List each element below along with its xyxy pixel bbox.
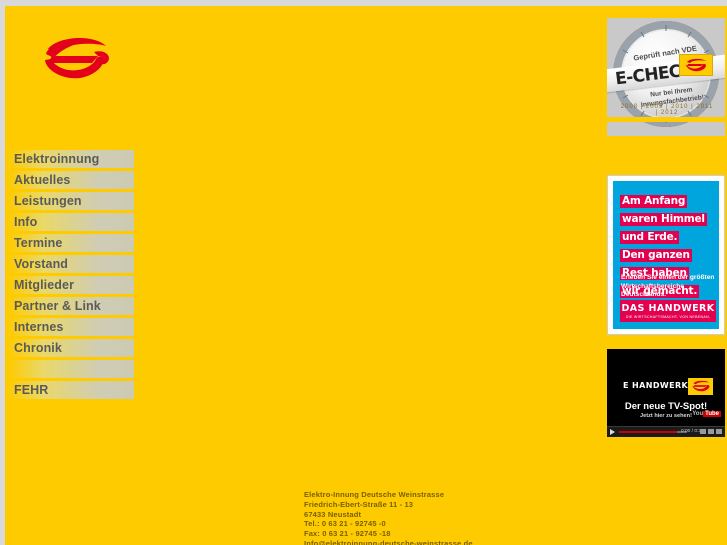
nav-label: Vorstand	[14, 257, 69, 271]
das-handwerk-body-text: Erleben Sie einen der größten Wirtschaft…	[621, 274, 715, 298]
nav-label: Info	[14, 215, 38, 229]
e-handwerk-mark-icon	[686, 58, 706, 72]
youtube-watermark-mark: Tube	[703, 411, 721, 417]
footer-line-fax: Fax: 0 63 21 - 92745 -18	[304, 529, 391, 539]
nav-label: Chronik	[14, 341, 62, 355]
site-logo[interactable]	[32, 32, 120, 82]
e-check-e-badge	[679, 54, 713, 76]
sidebar-item-chronik[interactable]: Chronik	[8, 339, 134, 357]
sidebar-item-aktuelles[interactable]: Aktuelles	[8, 171, 134, 189]
das-handwerk-logo: DAS HANDWERK DIE WIRTSCHAFTSMACHT. VON N…	[620, 300, 716, 322]
e-check-seal-banner[interactable]: Geprüft nach VDE E-CHECK Nur bei Ihrem I…	[607, 18, 725, 136]
footer-line-email[interactable]: Info@elektroinnung-deutsche-weinstrasse.…	[304, 539, 604, 545]
fullscreen-icon[interactable]	[716, 429, 722, 434]
play-icon[interactable]	[610, 429, 615, 435]
video-progress-slider[interactable]	[619, 431, 687, 433]
main-navigation: Elektroinnung Aktuelles Leistungen Info …	[8, 150, 134, 402]
das-handwerk-logo-main: DAS HANDWERK	[621, 303, 715, 314]
volume-icon[interactable]	[700, 429, 706, 434]
sidebar-item-internes[interactable]: Internes	[8, 318, 134, 336]
sidebar-item-elektroinnung[interactable]: Elektroinnung	[8, 150, 134, 168]
settings-icon[interactable]	[708, 429, 714, 434]
banner-column: Geprüft nach VDE E-CHECK Nur bei Ihrem I…	[607, 18, 725, 437]
das-handwerk-inner: Am Anfang waren Himmel und Erde. Den gan…	[613, 181, 719, 329]
e-handwerk-mark-icon	[688, 378, 713, 395]
nav-label: Leistungen	[14, 194, 82, 208]
nav-label: Internes	[14, 320, 64, 334]
e-handwerk-logo-icon	[45, 38, 109, 79]
site-footer: Elektro-Innung Deutsche Weinstrasse Frie…	[304, 490, 604, 545]
nav-label: Elektroinnung	[14, 152, 100, 166]
page-canvas: Elektroinnung Aktuelles Leistungen Info …	[5, 6, 727, 545]
nav-label: Termine	[14, 236, 63, 250]
nav-label: FEHR	[14, 383, 49, 397]
nav-label: Aktuelles	[14, 173, 71, 187]
das-handwerk-banner[interactable]: Am Anfang waren Himmel und Erde. Den gan…	[607, 175, 725, 335]
tv-spot-video-player[interactable]: E HANDWERK Der neue TV-Spot! Jetzt hier …	[607, 349, 725, 437]
youtube-watermark-icon[interactable]: You Tube	[692, 411, 721, 417]
e-check-yellow-bar	[607, 117, 725, 122]
e-check-years: 2008 | 2009 | 2010 | 2011 | 2012	[620, 104, 714, 116]
nav-label: Mitglieder	[14, 278, 75, 292]
sidebar-item-info[interactable]: Info	[8, 213, 134, 231]
footer-line-phone: Tel.: 0 63 21 - 92745 -0	[304, 519, 386, 529]
sidebar-item-leistungen[interactable]: Leistungen	[8, 192, 134, 210]
headline-line: waren Himmel	[620, 213, 707, 226]
sidebar-item-spacer	[8, 360, 134, 378]
video-brand-row: E HANDWERK	[623, 378, 713, 396]
headline-line: Den ganzen	[620, 249, 692, 262]
e-handwerk-mark-glyph	[692, 380, 709, 392]
video-brand-label: E HANDWERK	[623, 381, 689, 390]
sidebar-item-fehr[interactable]: FEHR	[8, 381, 134, 399]
headline-line: und Erde.	[620, 231, 680, 244]
sidebar-item-mitglieder[interactable]: Mitglieder	[8, 276, 134, 294]
headline-line: Am Anfang	[620, 195, 688, 208]
das-handwerk-logo-sub: DIE WIRTSCHAFTSMACHT. VON NEBENAN.	[625, 315, 711, 319]
footer-line-company: Elektro-Innung Deutsche Weinstrasse	[304, 490, 445, 499]
sidebar-item-vorstand[interactable]: Vorstand	[8, 255, 134, 273]
video-stage[interactable]: E HANDWERK Der neue TV-Spot! Jetzt hier …	[607, 349, 725, 427]
nav-label: Partner & Link	[14, 299, 101, 313]
footer-line-street: Friedrich-Ebert-Straße 11 - 13	[304, 499, 414, 509]
sidebar-item-partner-link[interactable]: Partner & Link	[8, 297, 134, 315]
page-root: Elektroinnung Aktuelles Leistungen Info …	[0, 0, 727, 545]
footer-line-city: 67433 Neustadt	[304, 509, 362, 519]
sidebar-item-termine[interactable]: Termine	[8, 234, 134, 252]
video-controls-bar[interactable]: 0:00 / 0:30	[607, 426, 725, 437]
video-control-icons	[700, 429, 722, 434]
